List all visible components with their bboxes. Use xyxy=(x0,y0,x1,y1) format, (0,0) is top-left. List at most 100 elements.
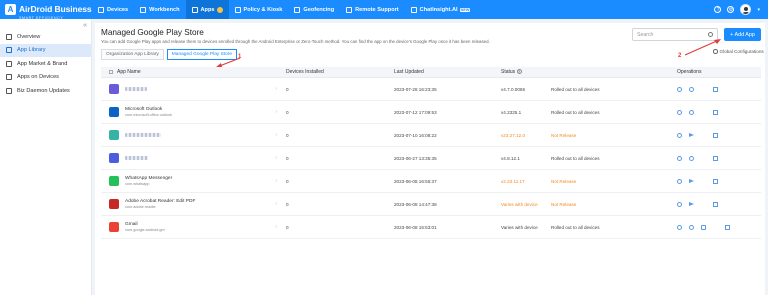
sidebar: « Overview App Library App Market & Bran… xyxy=(0,19,92,295)
devices-installed[interactable]: 0 xyxy=(283,133,394,138)
chevron-right-icon[interactable]: › xyxy=(275,109,277,115)
app-version: Varies with device xyxy=(501,201,538,207)
nav-chatinsight[interactable]: ChatInsight.AI NEW xyxy=(405,0,477,19)
help-icon[interactable] xyxy=(677,178,682,184)
sidebar-item-app-market[interactable]: App Market & Brand xyxy=(0,57,91,70)
trash-icon[interactable] xyxy=(713,132,718,138)
chevron-right-icon[interactable]: › xyxy=(275,201,277,207)
config-icon[interactable] xyxy=(701,224,706,230)
chevron-right-icon[interactable]: › xyxy=(275,155,277,161)
collapse-sidebar-icon[interactable]: « xyxy=(83,22,87,29)
app-icon xyxy=(109,176,119,186)
app-library-icon xyxy=(6,47,12,53)
last-updated: 2023-06-08 14:47:38 xyxy=(394,201,437,207)
devices-installed[interactable]: 0 xyxy=(283,179,394,184)
trash-icon[interactable] xyxy=(713,155,718,161)
last-updated: 2023-06-08 16:55:37 xyxy=(394,178,437,184)
top-right-tools: ? ⚙ ▾ xyxy=(714,0,768,19)
devices-installed[interactable]: 0 xyxy=(283,202,394,207)
help-icon[interactable] xyxy=(677,132,682,138)
redacted-app-name xyxy=(125,133,161,137)
gear-icon[interactable] xyxy=(689,109,694,115)
operations-cell xyxy=(675,155,761,161)
send-icon[interactable] xyxy=(689,202,694,206)
remote-support-icon xyxy=(346,6,353,13)
sidebar-item-apps-on-devices[interactable]: Apps on Devices xyxy=(0,71,91,84)
info-icon[interactable]: ? xyxy=(516,69,522,74)
devices-installed[interactable]: 0 xyxy=(283,87,394,92)
gear-icon[interactable] xyxy=(689,86,694,92)
annotation-arrow-2 xyxy=(684,39,721,56)
status-cell: v4.8.12.1 Rolled out to all devices xyxy=(501,156,675,161)
brand-logo[interactable]: A AirDroid Business SMART EFFICIENCY xyxy=(0,0,92,20)
send-icon[interactable] xyxy=(689,133,694,137)
devices-installed[interactable]: 0 xyxy=(283,225,394,230)
chevron-right-icon[interactable]: › xyxy=(275,86,277,92)
global-config-link[interactable]: Global Configurations xyxy=(713,49,764,54)
help-icon[interactable]: ? xyxy=(714,6,722,13)
app-cell: WhatsApp Messenger com.whatsapp › xyxy=(101,176,283,186)
global-config-label: Global Configurations xyxy=(719,49,764,54)
table-row[interactable]: › 0 2023-07-10 16:08:22 v23.27.12.0 Not Rele… xyxy=(101,124,761,147)
sidebar-item-overview[interactable]: Overview xyxy=(0,30,91,43)
table-row[interactable]: › 0 2023-06-27 13:35:35 v4.8.12.1 Rolled out… xyxy=(101,147,761,170)
tab-organization-library[interactable]: Organization App Library xyxy=(101,49,164,60)
chevron-right-icon[interactable]: › xyxy=(275,224,277,230)
send-icon[interactable] xyxy=(689,179,694,183)
select-all-checkbox[interactable] xyxy=(109,70,113,74)
help-icon[interactable] xyxy=(677,201,682,207)
last-updated: 2023-07-28 16:23:35 xyxy=(394,86,437,92)
nav-workbench-label: Workbench xyxy=(149,6,180,13)
gear-icon[interactable] xyxy=(689,224,694,230)
table-row[interactable]: Gmail com.google.android.gm › 0 2023-06-08 1… xyxy=(101,216,761,239)
trash-icon[interactable] xyxy=(725,224,730,230)
chevron-down-icon[interactable]: ▾ xyxy=(757,7,760,13)
help-icon[interactable] xyxy=(677,109,682,115)
devices-icon xyxy=(98,6,104,13)
col-app-name: App Name xyxy=(101,69,283,75)
gear-icon[interactable] xyxy=(689,155,694,161)
sidebar-item-app-library[interactable]: App Library xyxy=(0,43,91,57)
col-last-updated[interactable]: Last Updated xyxy=(394,69,501,75)
chevron-right-icon[interactable]: › xyxy=(275,178,277,184)
nav-remote-support[interactable]: Remote Support xyxy=(340,0,405,19)
help-icon[interactable] xyxy=(677,86,682,92)
table-row[interactable]: Adobe Acrobat Reader: Edit PDF com.adobe.… xyxy=(101,193,761,216)
table-row[interactable]: WhatsApp Messenger com.whatsapp › 0 2023-06-… xyxy=(101,170,761,193)
app-icon xyxy=(109,130,119,140)
redacted-app-name xyxy=(125,87,147,91)
col-devices-installed[interactable]: Devices Installed xyxy=(283,69,394,75)
rollout-status: Rolled out to all devices xyxy=(551,109,600,115)
trash-icon[interactable] xyxy=(713,178,718,184)
help-icon[interactable] xyxy=(677,224,682,230)
devices-installed[interactable]: 0 xyxy=(283,156,394,161)
chevron-right-icon[interactable]: › xyxy=(275,132,277,138)
page-title: Managed Google Play Store xyxy=(101,28,204,37)
user-avatar[interactable] xyxy=(740,4,752,15)
app-icon xyxy=(109,107,119,117)
trash-icon[interactable] xyxy=(713,86,718,92)
app-name: Adobe Acrobat Reader: Edit PDF xyxy=(125,199,196,204)
table-body: › 0 2023-07-28 16:23:35 v4.7.0.0065 Rolled o… xyxy=(101,78,761,239)
biz-daemon-icon xyxy=(6,87,12,94)
table-row[interactable]: › 0 2023-07-28 16:23:35 v4.7.0.0065 Rolled o… xyxy=(101,78,761,101)
help-icon[interactable] xyxy=(677,155,682,161)
sidebar-list: Overview App Library App Market & Brand … xyxy=(0,30,91,97)
operations-cell xyxy=(675,201,761,207)
last-updated: 2023-06-27 13:35:35 xyxy=(394,155,437,161)
nav-devices[interactable]: Devices xyxy=(92,0,134,19)
nav-workbench[interactable]: Workbench xyxy=(134,0,185,19)
nav-policy-kiosk[interactable]: Policy & Kiosk xyxy=(229,0,289,19)
sidebar-item-biz-daemon[interactable]: Biz Daemon Updates xyxy=(0,84,91,97)
nav-geofencing[interactable]: Geofencing xyxy=(288,0,340,19)
add-app-button[interactable]: + Add App xyxy=(724,28,761,41)
trash-icon[interactable] xyxy=(713,109,718,115)
main-nav: Devices Workbench Apps Policy & Kiosk Ge… xyxy=(92,0,476,19)
table-row[interactable]: Microsoft Outlook com.microsoft.office.ou… xyxy=(101,101,761,124)
settings-icon[interactable]: ⚙ xyxy=(727,6,735,13)
operations-cell xyxy=(675,109,761,115)
nav-apps[interactable]: Apps xyxy=(185,0,229,19)
devices-installed[interactable]: 0 xyxy=(283,110,394,115)
trash-icon[interactable] xyxy=(713,201,718,207)
app-version: v2.23.11.17 xyxy=(501,178,525,184)
